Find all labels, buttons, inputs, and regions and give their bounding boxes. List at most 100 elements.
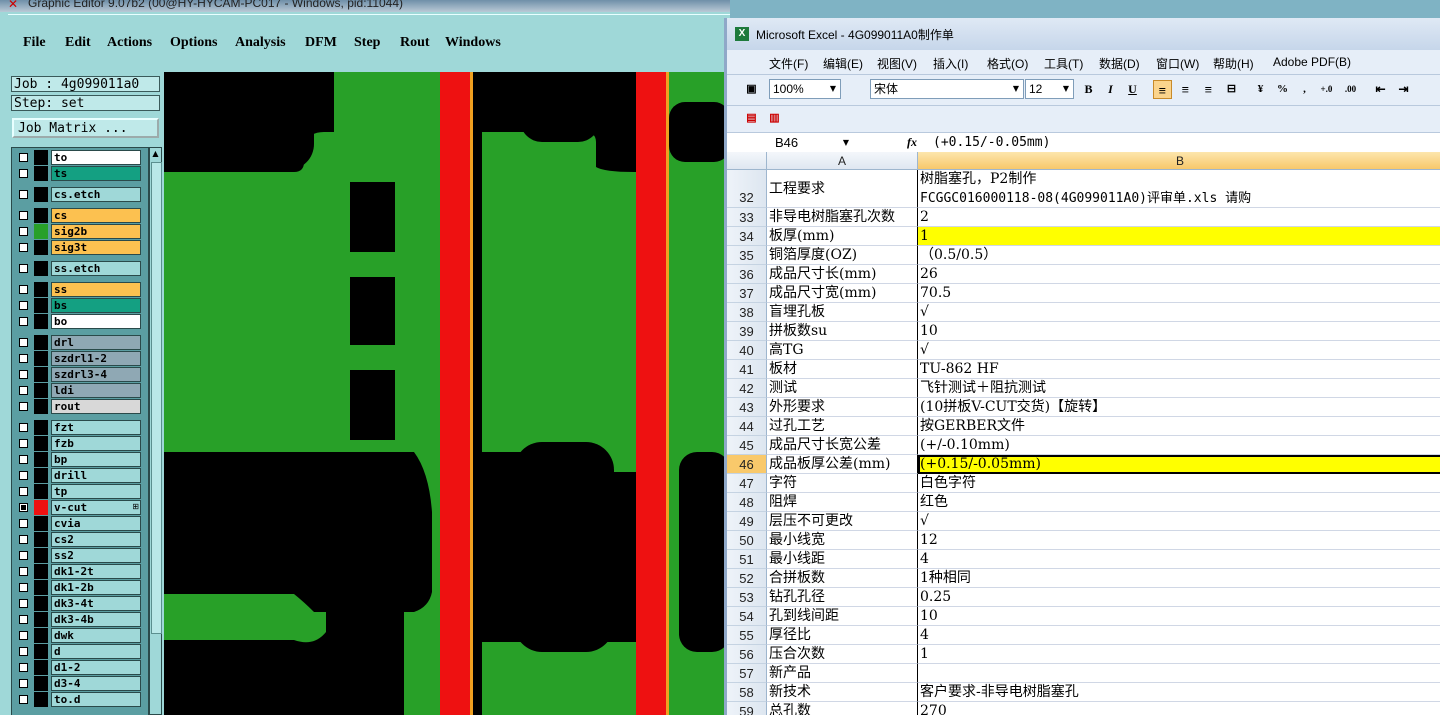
layer-checkbox[interactable]: [19, 370, 28, 379]
cell-b[interactable]: 1: [918, 645, 1440, 664]
layer-checkbox[interactable]: [19, 317, 28, 326]
menu-actions[interactable]: Actions: [107, 35, 152, 51]
cell-b[interactable]: 飞针测试＋阻抗测试: [918, 379, 1440, 398]
cell-b[interactable]: 客户要求-非导电树脂塞孔: [918, 683, 1440, 702]
scrollbar-thumb[interactable]: [151, 162, 162, 634]
layer-name[interactable]: d3-4: [51, 676, 141, 691]
layer-color-swatch[interactable]: [34, 261, 48, 276]
layer-checkbox[interactable]: [19, 551, 28, 560]
column-header-a[interactable]: A: [767, 152, 918, 170]
xl-menu-format[interactable]: 格式(O): [987, 55, 1028, 72]
layer-row[interactable]: dk3-4b: [15, 612, 141, 627]
layer-name[interactable]: v-cut: [51, 500, 141, 515]
row-header[interactable]: 53: [727, 588, 767, 607]
cell-a[interactable]: 新技术: [767, 683, 918, 702]
name-box[interactable]: B46 ▼: [737, 134, 849, 151]
xl-menu-file[interactable]: 文件(F): [769, 55, 808, 72]
cell-b[interactable]: 4: [918, 626, 1440, 645]
comma-style-icon[interactable]: ,: [1295, 80, 1314, 99]
cell-a[interactable]: 层压不可更改: [767, 512, 918, 531]
layer-row[interactable]: bp: [15, 452, 141, 467]
layer-row[interactable]: tp: [15, 484, 141, 499]
increase-decimal-icon[interactable]: +.0: [1317, 80, 1336, 99]
cell-a[interactable]: 成品板厚公差(mm): [767, 455, 918, 474]
layer-row[interactable]: bs: [15, 298, 141, 313]
cell-a[interactable]: 新产品: [767, 664, 918, 683]
layer-color-swatch[interactable]: [34, 468, 48, 483]
layer-name[interactable]: bp: [51, 452, 141, 467]
layer-color-swatch[interactable]: [34, 532, 48, 547]
layer-row[interactable]: szdrl1-2: [15, 351, 141, 366]
row-header[interactable]: 34: [727, 227, 767, 246]
row-header[interactable]: 52: [727, 569, 767, 588]
layer-color-swatch[interactable]: [34, 484, 48, 499]
currency-icon[interactable]: ¥: [1251, 80, 1270, 99]
row-header[interactable]: 38: [727, 303, 767, 322]
increase-indent-icon[interactable]: ⇥: [1394, 80, 1413, 99]
layer-checkbox[interactable]: [19, 487, 28, 496]
layer-checkbox[interactable]: [19, 631, 28, 640]
formula-input[interactable]: (+0.15/-0.05mm): [933, 134, 1050, 151]
xl-menu-data[interactable]: 数据(D): [1099, 55, 1140, 72]
layer-name[interactable]: drill: [51, 468, 141, 483]
menu-edit[interactable]: Edit: [65, 35, 91, 51]
cell-a[interactable]: 合拼板数: [767, 569, 918, 588]
layer-list-scrollbar[interactable]: ▲: [149, 147, 162, 715]
layer-name[interactable]: dk3-4b: [51, 612, 141, 627]
layer-color-swatch[interactable]: [34, 436, 48, 451]
cell-a[interactable]: 成品尺寸长(mm): [767, 265, 918, 284]
column-header-b[interactable]: B: [918, 152, 1440, 170]
layer-checkbox[interactable]: [19, 519, 28, 528]
cell-b[interactable]: （0.5/0.5）: [918, 246, 1440, 265]
scroll-up-arrow-icon[interactable]: ▲: [151, 149, 160, 158]
layer-row[interactable]: rout: [15, 399, 141, 414]
layer-checkbox[interactable]: [19, 695, 28, 704]
row-header[interactable]: 48: [727, 493, 767, 512]
layer-checkbox[interactable]: [19, 471, 28, 480]
layer-color-swatch[interactable]: [34, 399, 48, 414]
row-header[interactable]: 40: [727, 341, 767, 360]
cell-b[interactable]: √: [918, 303, 1440, 322]
cell-a[interactable]: 阻焊: [767, 493, 918, 512]
layer-row[interactable]: dk1-2b: [15, 580, 141, 595]
layer-row[interactable]: ss: [15, 282, 141, 297]
xl-menu-window[interactable]: 窗口(W): [1156, 55, 1199, 72]
layer-row[interactable]: dk3-4t: [15, 596, 141, 611]
select-all-corner[interactable]: [727, 152, 767, 170]
layer-checkbox[interactable]: [19, 338, 28, 347]
cell-a[interactable]: 工程要求: [767, 170, 918, 208]
layer-checkbox[interactable]: [19, 402, 28, 411]
row-header[interactable]: 41: [727, 360, 767, 379]
layer-color-swatch[interactable]: [34, 187, 48, 202]
layer-checkbox[interactable]: [19, 503, 28, 512]
cell-a[interactable]: 拼板数su: [767, 322, 918, 341]
cell-b[interactable]: TU-862 HF: [918, 360, 1440, 379]
cell-b[interactable]: 0.25: [918, 588, 1440, 607]
xl-menu-edit[interactable]: 编辑(E): [823, 55, 863, 72]
layer-row[interactable]: sig2b: [15, 224, 141, 239]
row-header[interactable]: 56: [727, 645, 767, 664]
layer-name[interactable]: ss.etch: [51, 261, 141, 276]
layer-name[interactable]: dk3-4t: [51, 596, 141, 611]
row-header[interactable]: 57: [727, 664, 767, 683]
layer-name[interactable]: fzb: [51, 436, 141, 451]
percent-icon[interactable]: %: [1273, 80, 1292, 99]
layer-color-swatch[interactable]: [34, 660, 48, 675]
cell-b[interactable]: (10拼板V-CUT交货)【旋转】: [918, 398, 1440, 417]
layer-checkbox[interactable]: [19, 599, 28, 608]
layer-row[interactable]: cs.etch: [15, 187, 141, 202]
layer-name[interactable]: d: [51, 644, 141, 659]
align-left-icon[interactable]: ≡: [1153, 80, 1172, 99]
layer-checkbox[interactable]: [19, 663, 28, 672]
row-header[interactable]: 47: [727, 474, 767, 493]
cell-a[interactable]: 最小线宽: [767, 531, 918, 550]
cell-b[interactable]: 1种相同: [918, 569, 1440, 588]
layer-row[interactable]: v-cut ⊞: [15, 500, 141, 515]
job-matrix-button[interactable]: Job Matrix ...: [12, 118, 159, 138]
layer-name[interactable]: cs2: [51, 532, 141, 547]
underline-icon[interactable]: U: [1123, 80, 1142, 99]
cell-b[interactable]: √: [918, 341, 1440, 360]
italic-icon[interactable]: I: [1101, 80, 1120, 99]
layer-color-swatch[interactable]: [34, 314, 48, 329]
layer-name[interactable]: drl: [51, 335, 141, 350]
